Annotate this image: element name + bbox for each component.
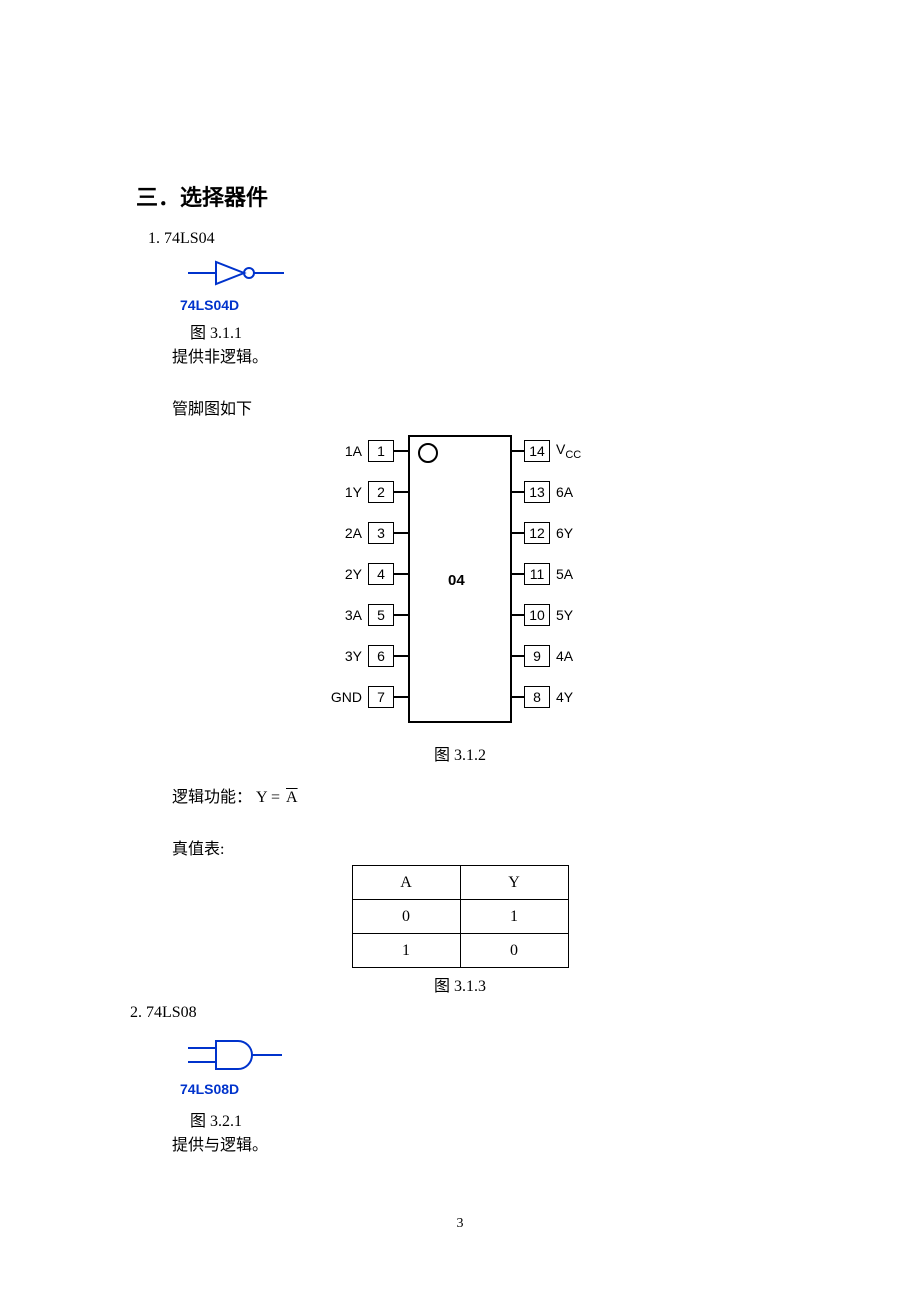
pin-right-9: 9 4A xyxy=(510,644,598,668)
truth-table-label: 真值表: xyxy=(172,835,790,859)
item2-title: 2. 74LS08 xyxy=(130,1004,790,1022)
pin-left-1: 1A 1 xyxy=(320,439,408,463)
pin-box: 7 xyxy=(368,686,394,708)
pin-left-3: 2A 3 xyxy=(320,521,408,545)
pinout-diagram-74ls04: 04 1A 1 1Y 2 2A 3 2Y 4 3A 5 3Y 6 xyxy=(320,429,600,729)
pin-stub xyxy=(510,655,524,657)
pin-stub xyxy=(394,491,408,493)
pin-stub xyxy=(510,532,524,534)
pin-box: 12 xyxy=(524,522,550,544)
cell: 1 xyxy=(460,900,568,934)
section-heading: 三．选择器件 xyxy=(136,180,790,212)
pin-box: 2 xyxy=(368,481,394,503)
logic-expr-prefix: Y = xyxy=(256,789,284,806)
pin-label: 5Y xyxy=(550,607,598,623)
chip-marking: 04 xyxy=(448,572,465,589)
cell: 0 xyxy=(352,900,460,934)
pin-label: 6A xyxy=(550,484,598,500)
item1-desc: 提供非逻辑。 xyxy=(172,343,790,367)
pin-right-14: 14 VCC xyxy=(510,439,598,463)
pin-label-main: V xyxy=(556,441,565,457)
pin-right-10: 10 5Y xyxy=(510,603,598,627)
pin-stub xyxy=(394,614,408,616)
table-row: 1 0 xyxy=(352,934,568,968)
pin-stub xyxy=(510,573,524,575)
pin-label: 4A xyxy=(550,648,598,664)
pin-left-6: 3Y 6 xyxy=(320,644,408,668)
th-a: A xyxy=(352,866,460,900)
pin-stub xyxy=(394,450,408,452)
logic-expr-overline: A xyxy=(284,789,300,806)
pin-stub xyxy=(394,655,408,657)
pin-label: 1A xyxy=(320,443,368,459)
pin-right-12: 12 6Y xyxy=(510,521,598,545)
pin-stub xyxy=(510,450,524,452)
chip-notch-icon xyxy=(418,443,438,463)
logic-label: 逻辑功能： xyxy=(172,789,252,806)
pin-box: 9 xyxy=(524,645,550,667)
pin-box: 3 xyxy=(368,522,394,544)
pin-label: 3Y xyxy=(320,648,368,664)
not-gate-icon xyxy=(188,258,790,293)
th-y: Y xyxy=(460,866,568,900)
and-gate-icon xyxy=(188,1038,790,1077)
pin-label: 4Y xyxy=(550,689,598,705)
pin-right-13: 13 6A xyxy=(510,480,598,504)
gate-label-74ls08d: 74LS08D xyxy=(180,1081,790,1097)
caption-3-1-3: 图 3.1.3 xyxy=(130,972,790,996)
pin-right-8: 8 4Y xyxy=(510,685,598,709)
gate-label-74ls04d: 74LS04D xyxy=(180,297,790,313)
cell: 1 xyxy=(352,934,460,968)
table-row: A Y xyxy=(352,866,568,900)
pin-right-11: 11 5A xyxy=(510,562,598,586)
pin-label: 2A xyxy=(320,525,368,541)
logic-function: 逻辑功能： Y = A xyxy=(172,783,790,807)
pin-box: 10 xyxy=(524,604,550,626)
pin-label: 3A xyxy=(320,607,368,623)
pin-box: 14 xyxy=(524,440,550,462)
pin-left-7: GND 7 xyxy=(320,685,408,709)
pin-stub xyxy=(510,696,524,698)
pin-label: 5A xyxy=(550,566,598,582)
caption-3-1-2: 图 3.1.2 xyxy=(130,741,790,765)
pin-box: 13 xyxy=(524,481,550,503)
pin-stub xyxy=(510,491,524,493)
pin-box: 8 xyxy=(524,686,550,708)
table-row: 0 1 xyxy=(352,900,568,934)
pin-label: VCC xyxy=(550,441,598,461)
pin-left-2: 1Y 2 xyxy=(320,480,408,504)
pin-label: GND xyxy=(320,689,368,705)
pinout-intro: 管脚图如下 xyxy=(172,395,790,419)
pin-box: 4 xyxy=(368,563,394,585)
pin-left-4: 2Y 4 xyxy=(320,562,408,586)
caption-3-2-1: 图 3.2.1 xyxy=(190,1107,790,1131)
caption-3-1-1: 图 3.1.1 xyxy=(190,319,790,343)
pin-stub xyxy=(394,696,408,698)
pin-box: 5 xyxy=(368,604,394,626)
pin-box: 11 xyxy=(524,563,550,585)
truth-table: A Y 0 1 1 0 xyxy=(352,865,569,968)
pin-label: 6Y xyxy=(550,525,598,541)
pin-left-5: 3A 5 xyxy=(320,603,408,627)
pin-label: 2Y xyxy=(320,566,368,582)
page-number: 3 xyxy=(0,1216,920,1232)
pin-stub xyxy=(394,573,408,575)
pin-stub xyxy=(510,614,524,616)
cell: 0 xyxy=(460,934,568,968)
item2-desc: 提供与逻辑。 xyxy=(172,1131,790,1155)
pin-box: 6 xyxy=(368,645,394,667)
pin-stub xyxy=(394,532,408,534)
pin-box: 1 xyxy=(368,440,394,462)
pin-label-sub: CC xyxy=(565,449,581,461)
pin-label: 1Y xyxy=(320,484,368,500)
item1-title: 1. 74LS04 xyxy=(148,230,790,248)
